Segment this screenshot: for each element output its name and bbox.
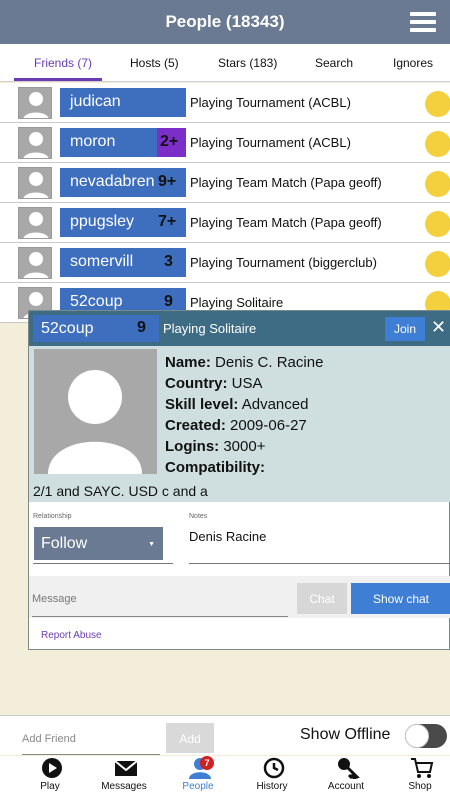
list-item[interactable]: judican Playing Tournament (ACBL) bbox=[0, 83, 450, 123]
tab-friends[interactable]: Friends (7) bbox=[34, 56, 92, 70]
status-dot-icon bbox=[425, 91, 450, 117]
rank-badge: 7+ bbox=[158, 213, 177, 230]
report-abuse-link[interactable]: Report Abuse bbox=[41, 630, 102, 641]
friend-name[interactable]: judican bbox=[60, 88, 186, 117]
rank-badge: 9+ bbox=[158, 173, 177, 190]
rank-badge: 3 bbox=[164, 253, 173, 270]
cart-icon bbox=[411, 758, 434, 778]
profile-info: Name: Denis C. Racine Country: USA Skill… bbox=[165, 352, 323, 478]
compatibility-value: 2/1 and SAYC. USD c and a bbox=[33, 483, 208, 499]
play-icon bbox=[42, 758, 62, 778]
status-dot-icon bbox=[425, 171, 450, 197]
profile-body: Name: Denis C. Racine Country: USA Skill… bbox=[29, 346, 450, 502]
skill-value: Advanced bbox=[241, 396, 309, 413]
avatar bbox=[18, 167, 52, 199]
people-tabs: Friends (7) Hosts (5) Stars (183) Search… bbox=[0, 44, 450, 82]
friend-list: judican Playing Tournament (ACBL) moron … bbox=[0, 83, 450, 323]
tab-search[interactable]: Search bbox=[315, 56, 353, 70]
nav-label: History bbox=[256, 781, 288, 792]
name-value: Denis C. Racine bbox=[215, 354, 324, 371]
created-value: 2009-06-27 bbox=[230, 417, 307, 434]
divider bbox=[32, 616, 288, 617]
friend-status: Playing Tournament (biggerclub) bbox=[190, 255, 377, 270]
show-chat-button[interactable]: Show chat bbox=[351, 583, 450, 614]
country-value: USA bbox=[231, 375, 263, 392]
profile-dialog: 52coup 9 Playing Solitaire Join ✕ Name: … bbox=[28, 310, 450, 650]
avatar bbox=[34, 349, 157, 474]
page-title: People (18343) bbox=[165, 12, 285, 31]
dialog-status: Playing Solitaire bbox=[163, 321, 257, 336]
friend-status: Playing Team Match (Papa geoff) bbox=[190, 175, 382, 190]
avatar bbox=[18, 127, 52, 159]
nav-label: Play bbox=[40, 781, 60, 792]
divider bbox=[189, 563, 450, 564]
show-offline-label: Show Offline bbox=[300, 726, 391, 743]
nav-label: Shop bbox=[408, 781, 432, 792]
nav-account[interactable]: Account bbox=[310, 756, 382, 792]
status-dot-icon bbox=[425, 211, 450, 237]
notification-badge: 7 bbox=[200, 756, 214, 770]
nav-play[interactable]: Play bbox=[14, 756, 86, 792]
bottom-nav: Play Messages 7 People History Account S… bbox=[0, 756, 450, 792]
history-icon bbox=[263, 757, 285, 779]
close-icon[interactable]: ✕ bbox=[431, 317, 446, 338]
join-button[interactable]: Join bbox=[385, 317, 425, 341]
relationship-value: Follow bbox=[41, 535, 88, 552]
status-dot-icon bbox=[425, 131, 450, 157]
divider bbox=[22, 754, 160, 755]
friend-status: Playing Team Match (Papa geoff) bbox=[190, 215, 382, 230]
name-label: Name: bbox=[165, 354, 211, 371]
app-header: People (18343) bbox=[0, 0, 450, 44]
rank-badge: 9 bbox=[137, 319, 146, 336]
nav-people[interactable]: 7 People bbox=[162, 756, 234, 792]
friend-status: Playing Tournament (ACBL) bbox=[190, 95, 351, 110]
add-button[interactable]: Add bbox=[166, 723, 214, 753]
show-offline-toggle[interactable] bbox=[405, 724, 447, 748]
country-label: Country: bbox=[165, 375, 228, 392]
logins-label: Logins: bbox=[165, 438, 220, 455]
toggle-knob bbox=[405, 724, 429, 748]
nav-label: Account bbox=[327, 781, 365, 792]
nav-label: Messages bbox=[101, 781, 147, 792]
hamburger-menu-icon[interactable] bbox=[410, 12, 436, 32]
tab-ignores[interactable]: Ignores bbox=[393, 56, 433, 70]
friend-status: Playing Solitaire bbox=[190, 295, 284, 310]
chevron-down-icon: ▼ bbox=[148, 541, 155, 548]
logins-value: 3000+ bbox=[223, 438, 266, 455]
nav-history[interactable]: History bbox=[236, 756, 308, 792]
avatar bbox=[18, 87, 52, 119]
relationship-select[interactable]: Follow ▼ bbox=[34, 527, 163, 560]
relationship-label: Relationship bbox=[33, 513, 72, 520]
nav-messages[interactable]: Messages bbox=[88, 756, 160, 792]
list-item[interactable]: moron 2+ Playing Tournament (ACBL) bbox=[0, 123, 450, 163]
add-friend-input[interactable]: Add Friend bbox=[22, 733, 76, 745]
rank-badge: 2+ bbox=[157, 128, 186, 157]
dialog-header: 52coup 9 Playing Solitaire Join ✕ bbox=[29, 311, 450, 346]
key-icon bbox=[338, 758, 360, 779]
notes-field[interactable]: Denis Racine bbox=[189, 529, 266, 544]
list-item[interactable]: somervill 3 Playing Tournament (biggercl… bbox=[0, 243, 450, 283]
envelope-icon bbox=[114, 760, 138, 776]
notes-label: Notes bbox=[189, 513, 208, 520]
list-item[interactable]: nevadabren 9+ Playing Team Match (Papa g… bbox=[0, 163, 450, 203]
tab-hosts[interactable]: Hosts (5) bbox=[130, 56, 179, 70]
divider bbox=[33, 563, 173, 564]
list-item[interactable]: ppugsley 7+ Playing Team Match (Papa geo… bbox=[0, 203, 450, 243]
skill-label: Skill level: bbox=[165, 396, 239, 413]
friend-status: Playing Tournament (ACBL) bbox=[190, 135, 351, 150]
tab-stars[interactable]: Stars (183) bbox=[218, 56, 277, 70]
message-row: Message Chat Show chat bbox=[29, 576, 450, 618]
nav-shop[interactable]: Shop bbox=[384, 756, 450, 792]
chat-button[interactable]: Chat bbox=[297, 583, 347, 614]
status-dot-icon bbox=[425, 251, 450, 277]
avatar bbox=[18, 247, 52, 279]
created-label: Created: bbox=[165, 417, 226, 434]
add-friend-bar: Add Friend Add Show Offline bbox=[0, 715, 450, 755]
active-tab-indicator bbox=[14, 78, 102, 81]
compatibility-label: Compatibility: bbox=[165, 459, 265, 476]
message-input[interactable]: Message bbox=[32, 593, 77, 605]
avatar bbox=[18, 207, 52, 239]
nav-label: People bbox=[182, 781, 214, 792]
